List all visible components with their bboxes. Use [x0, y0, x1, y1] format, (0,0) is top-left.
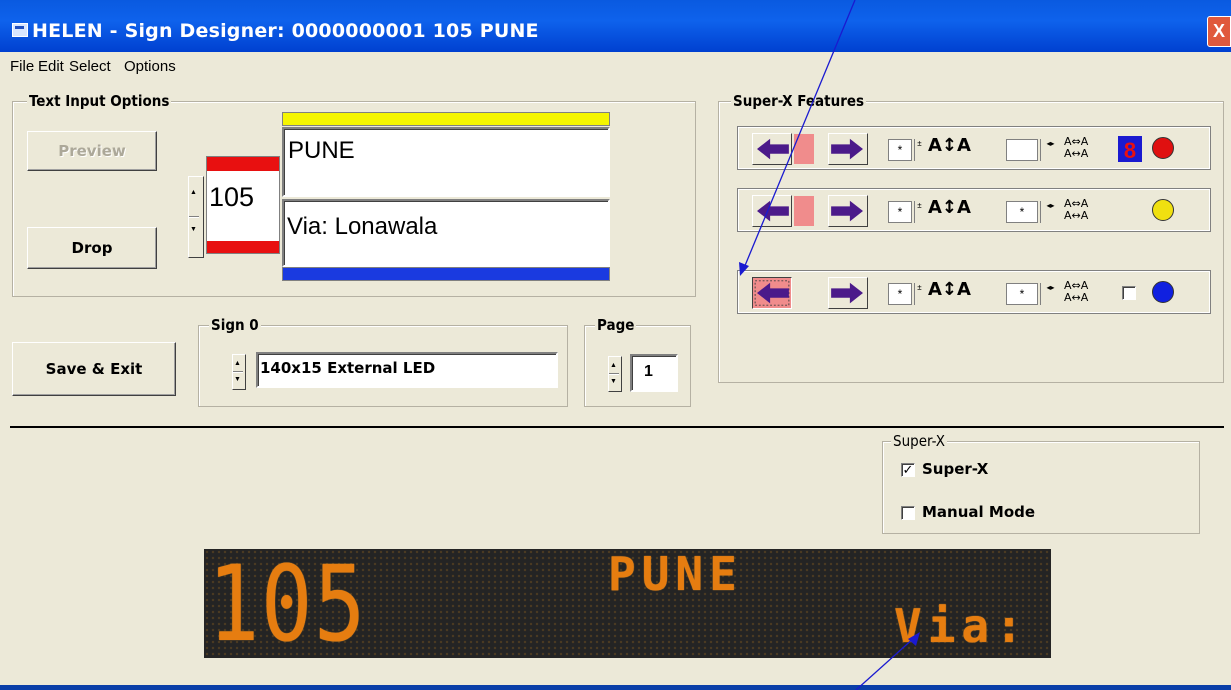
row2-size-input[interactable]: *: [888, 201, 912, 223]
swap-icon-top: A⇔A: [1064, 135, 1089, 148]
row3-right-arrow-button[interactable]: [828, 277, 868, 309]
manual-mode-label: Manual Mode: [922, 503, 1036, 521]
super-x-row-1: * ± A↕A ◂▸ A⇔A A↔A 8: [737, 126, 1211, 170]
row3-checkbox[interactable]: [1122, 286, 1136, 300]
row2-right-arrow-button[interactable]: [828, 195, 868, 227]
swap-icon-bottom: A↔A: [1064, 209, 1089, 222]
route-top-bar: [207, 157, 279, 171]
save-exit-button[interactable]: Save & Exit: [12, 342, 176, 396]
swap-icon-top: A⇔A: [1064, 197, 1089, 210]
route-spin-up[interactable]: [189, 177, 199, 217]
close-button[interactable]: X: [1207, 16, 1231, 47]
yellow-dot-icon: [1152, 199, 1174, 221]
status-strip: [0, 685, 1231, 690]
row2-left-arrow-button[interactable]: [752, 195, 792, 227]
line1-input[interactable]: PUNE: [282, 127, 610, 197]
swap-icon-bottom: A↔A: [1064, 147, 1089, 160]
right-arrow-icon: [831, 282, 863, 304]
row3-swap-input[interactable]: *: [1006, 283, 1038, 305]
left-arrow-icon: [757, 200, 789, 222]
led-route: 105: [208, 543, 367, 665]
menu-edit[interactable]: Edit: [38, 58, 64, 75]
separator: [10, 426, 1224, 428]
led-via: Via:: [894, 599, 1029, 653]
preview-button[interactable]: Preview: [27, 131, 157, 171]
digit-indicator-icon: 8: [1118, 136, 1142, 163]
row1-size-input[interactable]: *: [888, 139, 912, 161]
app-icon: [12, 23, 28, 37]
sign-spin-up[interactable]: [233, 355, 243, 372]
size-icon: A↕A: [928, 135, 971, 156]
row3-left-arrow-button[interactable]: [752, 277, 792, 309]
menu-select[interactable]: Select: [69, 58, 111, 75]
row1-size-spinner[interactable]: ±: [914, 139, 924, 161]
led-preview-display: 105 PUNE Via:: [204, 543, 1051, 665]
page-legend: Page: [595, 316, 637, 334]
size-icon: A↕A: [928, 197, 971, 218]
super-x-row-2: * ± A↕A * ◂▸ A⇔A A↔A: [737, 188, 1211, 232]
route-number-panel: 105: [206, 156, 280, 254]
page-value: 1: [644, 363, 653, 380]
super-x-legend: Super-X: [891, 432, 947, 450]
route-bottom-bar: [207, 241, 279, 253]
row1-swap-spinner[interactable]: ◂▸: [1040, 139, 1060, 161]
line1-color-bar: [282, 112, 610, 126]
client-area: File Edit Select Options Text Input Opti…: [0, 52, 1231, 690]
window-title: HELEN - Sign Designer: 0000000001 105 PU…: [32, 20, 539, 42]
blue-dot-icon: [1152, 281, 1174, 303]
menu-options[interactable]: Options: [124, 58, 176, 75]
row2-swap-spinner[interactable]: ◂▸: [1040, 201, 1060, 223]
row1-marker: [794, 134, 814, 164]
route-number-value[interactable]: 105: [209, 182, 254, 213]
row1-left-arrow-button[interactable]: [752, 133, 792, 165]
page-input[interactable]: 1: [630, 354, 678, 392]
super-x-checkbox[interactable]: ✓: [901, 463, 915, 477]
route-number-spinner[interactable]: [188, 176, 204, 258]
size-icon: A↕A: [928, 279, 971, 300]
title-bar: HELEN - Sign Designer: 0000000001 105 PU…: [0, 0, 1231, 52]
sign-spinner[interactable]: [232, 354, 246, 390]
menu-file[interactable]: File: [10, 58, 34, 75]
super-x-features-legend: Super-X Features: [731, 92, 867, 110]
row3-size-input[interactable]: *: [888, 283, 912, 305]
sign-legend: Sign 0: [209, 316, 261, 334]
swap-icon-bottom: A↔A: [1064, 291, 1089, 304]
row1-right-arrow-button[interactable]: [828, 133, 868, 165]
right-arrow-icon: [831, 138, 863, 160]
row2-marker: [794, 196, 814, 226]
sign-value: 140x15 External LED: [260, 359, 436, 377]
route-spin-down[interactable]: [189, 217, 199, 257]
page-spinner[interactable]: [608, 356, 622, 392]
line2-input[interactable]: Via: Lonawala: [282, 199, 610, 267]
row1-swap-input[interactable]: [1006, 139, 1038, 161]
page-spin-up[interactable]: [609, 357, 619, 374]
page-spin-down[interactable]: [609, 374, 619, 391]
sign-spin-down[interactable]: [233, 372, 243, 389]
left-arrow-icon: [757, 138, 789, 160]
super-x-row-3: * ± A↕A * ◂▸ A⇔A A↔A: [737, 270, 1211, 314]
row3-swap-spinner[interactable]: ◂▸: [1040, 283, 1060, 305]
line2-color-bar: [282, 267, 610, 281]
drop-button[interactable]: Drop: [27, 227, 157, 269]
red-dot-icon: [1152, 137, 1174, 159]
left-arrow-icon: [754, 280, 790, 306]
line1-text: PUNE: [288, 137, 355, 164]
right-arrow-icon: [831, 200, 863, 222]
row3-size-spinner[interactable]: ±: [914, 283, 924, 305]
led-destination: PUNE: [608, 547, 743, 601]
sign-input[interactable]: 140x15 External LED: [256, 352, 558, 388]
swap-icon-top: A⇔A: [1064, 279, 1089, 292]
row2-size-spinner[interactable]: ±: [914, 201, 924, 223]
row2-swap-input[interactable]: *: [1006, 201, 1038, 223]
line2-text: Via: Lonawala: [287, 213, 438, 240]
super-x-checkbox-label: Super-X: [922, 460, 989, 478]
manual-mode-checkbox[interactable]: [901, 506, 915, 520]
text-input-options-legend: Text Input Options: [27, 92, 172, 110]
